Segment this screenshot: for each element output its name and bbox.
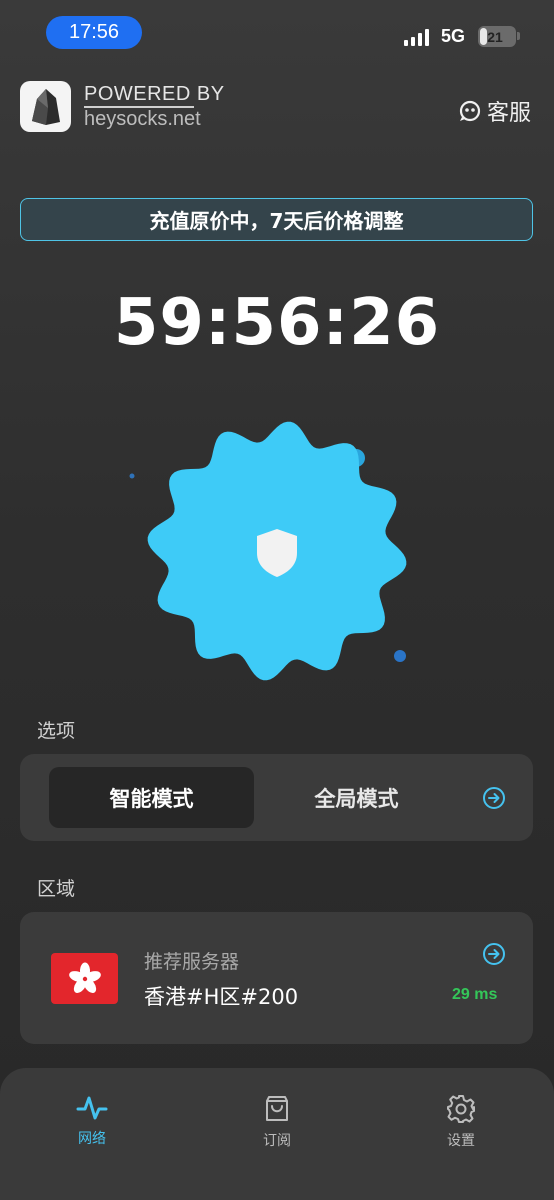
server-card[interactable]: 推荐服务器 香港#H区#200 29 ms	[20, 912, 533, 1044]
particle-dot	[394, 650, 406, 662]
tab-network[interactable]: 网络	[52, 1094, 132, 1148]
activity-icon	[76, 1096, 108, 1120]
options-more-button[interactable]	[482, 786, 506, 810]
price-notice-banner[interactable]: 充值原价中，7天后价格调整	[20, 198, 533, 241]
arrow-circle-right-icon	[483, 787, 505, 809]
particle-dot	[129, 473, 135, 479]
battery-percent: 21	[487, 28, 503, 45]
tab-settings-label: 设置	[447, 1133, 475, 1149]
powered-by-label: POWERED BY	[84, 83, 225, 105]
smart-mode-label: 智能模式	[109, 786, 194, 811]
tab-subscription[interactable]: 订阅	[237, 1094, 317, 1150]
support-button[interactable]: 客服	[459, 95, 531, 127]
tab-network-label: 网络	[78, 1131, 106, 1147]
options-section-label: 选项	[37, 720, 76, 742]
connect-blob	[129, 421, 407, 681]
server-select-button[interactable]	[482, 942, 506, 966]
shopping-bag-icon	[266, 1096, 288, 1121]
options-card: 智能模式 全局模式	[20, 754, 533, 841]
signal-icon	[404, 28, 434, 46]
server-name: 香港#H区#200	[144, 985, 299, 1009]
smart-mode-button[interactable]: 智能模式	[49, 767, 254, 828]
tab-settings[interactable]: 设置	[421, 1094, 501, 1150]
status-time: 17:56	[46, 16, 142, 49]
banner-text: 充值原价中，7天后价格调整	[149, 209, 404, 233]
network-type: 5G	[441, 26, 466, 46]
latency-value: 29 ms	[452, 986, 498, 1003]
region-section-label: 区域	[37, 878, 76, 900]
status-bar: 17:56 5G 21	[0, 0, 554, 66]
app-screen: 17:56 5G 21 POWERED BY heysocks.net 客服 充…	[0, 0, 554, 1200]
battery-cap	[517, 32, 520, 40]
server-subtitle: 推荐服务器	[144, 951, 240, 973]
global-mode-label: 全局模式	[314, 786, 399, 811]
global-mode-button[interactable]: 全局模式	[254, 767, 459, 828]
gear-icon	[447, 1095, 475, 1123]
connect-button[interactable]	[120, 410, 430, 700]
rock-logo-icon	[31, 88, 60, 125]
tab-subscription-label: 订阅	[263, 1133, 291, 1149]
support-label: 客服	[487, 101, 532, 126]
battery-icon: 21	[478, 26, 516, 47]
app-logo	[20, 81, 71, 132]
bottom-tab-bar: 网络 订阅 设置	[0, 1068, 554, 1200]
hong-kong-flag-icon	[51, 953, 118, 1004]
chat-bubble-icon	[459, 100, 481, 122]
arrow-circle-right-icon	[483, 943, 505, 965]
countdown-timer: 59:56:26	[113, 286, 441, 360]
domain-label[interactable]: heysocks.net	[84, 108, 201, 131]
